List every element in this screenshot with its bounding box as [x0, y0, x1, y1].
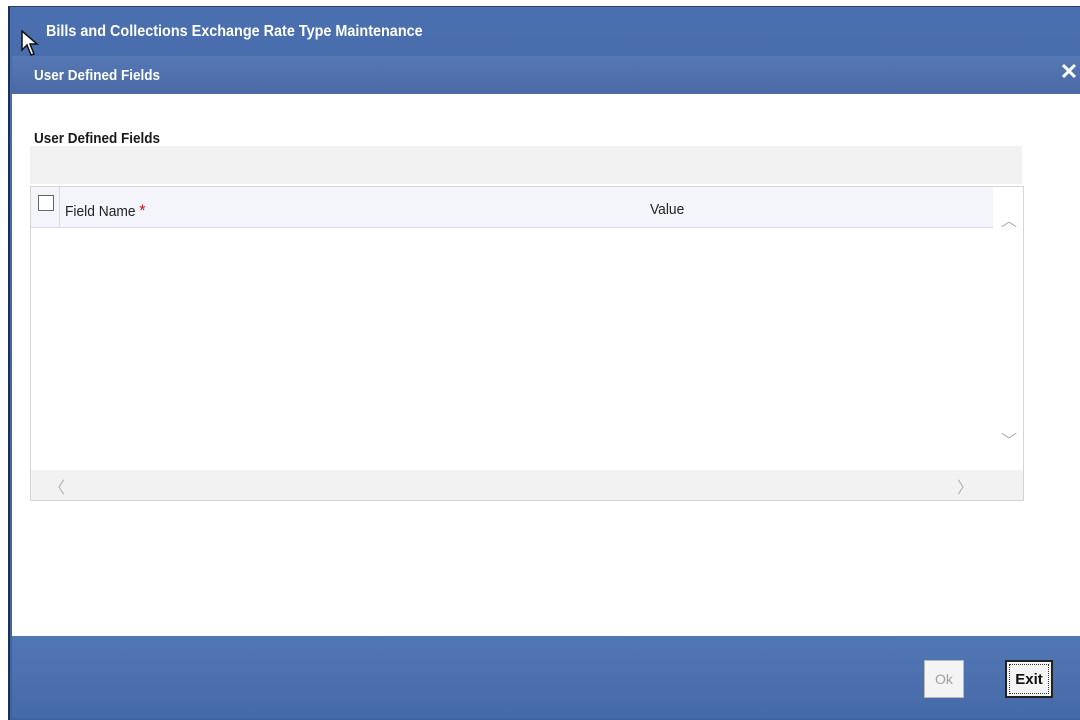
scroll-up-icon[interactable]: ︿ — [1001, 207, 1017, 231]
scroll-right-icon[interactable]: 〉 — [957, 474, 973, 498]
horizontal-scrollbar[interactable]: 〈 〉 — [31, 470, 1023, 500]
scroll-left-icon[interactable]: 〈 — [49, 474, 65, 498]
vertical-scrollbar[interactable]: ︿ ﹀ — [993, 187, 1023, 470]
window-title: Bills and Collections Exchange Rate Type… — [46, 23, 423, 40]
close-icon[interactable]: ✕ — [1058, 60, 1080, 84]
mouse-pointer-icon — [21, 30, 39, 56]
dialog-title: User Defined Fields — [34, 67, 161, 84]
grid-toolbar — [30, 146, 1022, 184]
column-header-field-name[interactable]: Field Name * — [65, 201, 146, 221]
dialog-body: User Defined Fields Field Name * Value ︿… — [12, 94, 1080, 636]
column-header-field-name-label: Field Name — [65, 203, 136, 220]
ok-button[interactable]: Ok — [924, 660, 964, 698]
scroll-down-icon[interactable]: ﹀ — [1001, 427, 1017, 451]
column-header-value[interactable]: Value — [650, 201, 684, 218]
select-all-checkbox[interactable] — [38, 195, 54, 211]
section-heading: User Defined Fields — [34, 130, 161, 147]
user-defined-fields-dialog: User Defined Fields ✕ User Defined Field… — [12, 56, 1080, 718]
grid-header: Field Name * Value — [31, 187, 993, 228]
column-divider — [59, 187, 60, 227]
user-defined-fields-grid: Field Name * Value ︿ ﹀ 〈 〉 — [30, 186, 1024, 501]
exit-button[interactable]: Exit — [1005, 660, 1053, 698]
dialog-header: User Defined Fields ✕ — [12, 56, 1080, 94]
dialog-footer: Ok Exit — [12, 636, 1080, 718]
required-asterisk: * — [139, 201, 146, 220]
